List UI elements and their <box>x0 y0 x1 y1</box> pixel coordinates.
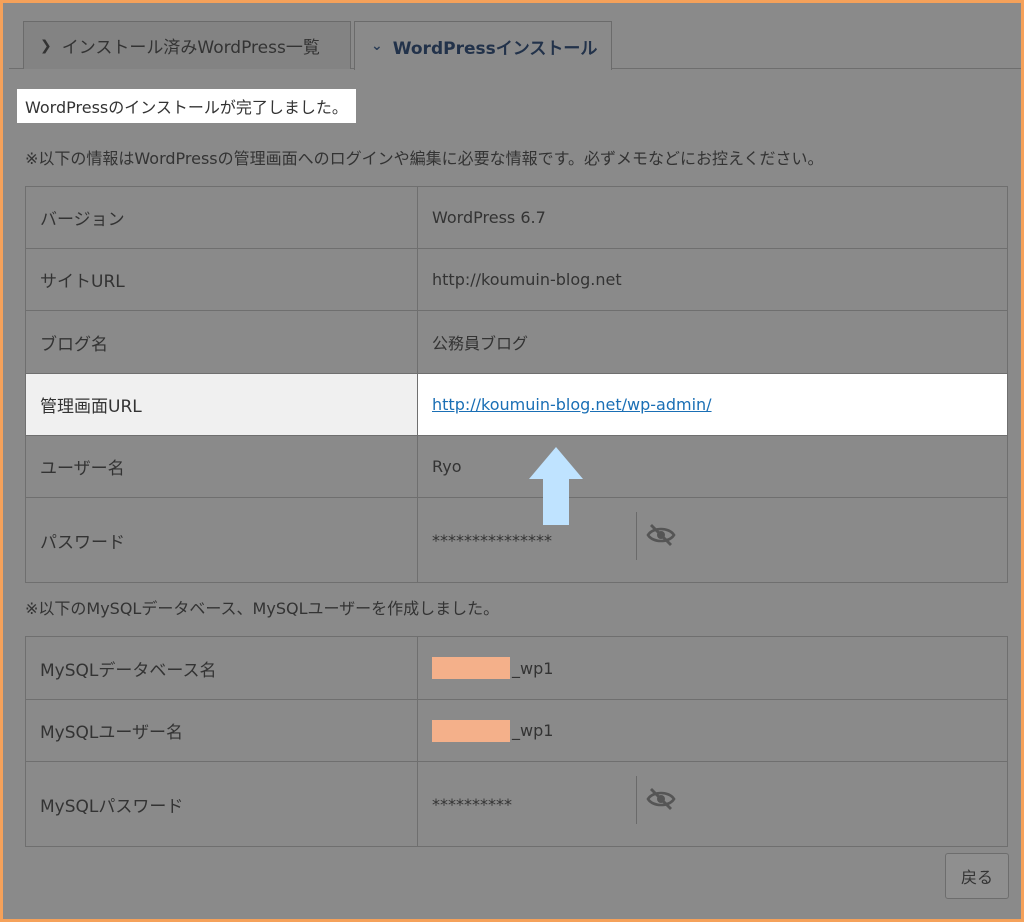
row-label-admin-url: 管理画面URL <box>26 374 418 435</box>
row-label-password: パスワード <box>26 498 418 582</box>
mysql-note: ※以下のMySQLデータベース、MySQLユーザーを作成しました。 <box>25 599 500 618</box>
row-label-blog-name: ブログ名 <box>26 311 418 373</box>
up-arrow-icon <box>529 447 583 525</box>
chevron-down-icon: ⌄ <box>371 38 383 54</box>
row-label-version: バージョン <box>26 187 418 248</box>
row-label-mysql-password: MySQLパスワード <box>26 762 418 846</box>
row-value-site-url: http://koumuin-blog.net <box>432 270 622 289</box>
table-row: MySQLパスワード ********** <box>26 762 1007 846</box>
row-value-mysql-user: _wp1 <box>418 700 1007 761</box>
back-button[interactable]: 戻る <box>945 853 1009 899</box>
mysql-db-suffix: _wp1 <box>512 658 554 678</box>
divider <box>636 512 637 560</box>
table-row: パスワード *************** <box>26 498 1007 582</box>
eye-off-icon[interactable] <box>646 522 676 548</box>
row-label-username: ユーザー名 <box>26 436 418 497</box>
completion-message: WordPressのインストールが完了しました。 <box>17 89 356 123</box>
row-value-admin-url: http://koumuin-blog.net/wp-admin/ <box>418 374 1007 435</box>
password-masked: *************** <box>432 530 552 550</box>
row-value-mysql-password: ********** <box>418 762 1007 846</box>
tab-label: WordPressインストール <box>392 38 598 59</box>
table-row: サイトURL http://koumuin-blog.net <box>26 249 1007 311</box>
row-label-site-url: サイトURL <box>26 249 418 310</box>
tab-wordpress-install[interactable]: ⌄ WordPressインストール <box>354 21 612 70</box>
page-frame: ❯ インストール済みWordPress一覧 ⌄ WordPressインストール … <box>0 0 1024 922</box>
row-value-username: Ryo <box>432 457 462 476</box>
wordpress-info-table: バージョン WordPress 6.7 サイトURL http://koumui… <box>25 186 1008 583</box>
redaction-block <box>432 719 510 742</box>
divider <box>636 776 637 824</box>
row-value-version: WordPress 6.7 <box>432 208 546 227</box>
table-row: MySQLユーザー名 _wp1 <box>26 700 1007 762</box>
row-value-password: *************** <box>418 498 1007 582</box>
mysql-password-masked: ********** <box>432 794 512 814</box>
row-value-mysql-db: _wp1 <box>418 637 1007 699</box>
tab-installed-list[interactable]: ❯ インストール済みWordPress一覧 <box>23 21 351 69</box>
table-row: ブログ名 公務員ブログ <box>26 311 1007 374</box>
eye-off-icon[interactable] <box>646 786 676 812</box>
mysql-user-suffix: _wp1 <box>512 721 554 740</box>
tab-label: インストール済みWordPress一覧 <box>61 38 320 58</box>
tab-bar: ❯ インストール済みWordPress一覧 ⌄ WordPressインストール <box>9 17 1021 70</box>
row-label-mysql-db: MySQLデータベース名 <box>26 637 418 699</box>
table-row: バージョン WordPress 6.7 <box>26 187 1007 249</box>
table-row-admin-url: 管理画面URL http://koumuin-blog.net/wp-admin… <box>26 374 1007 436</box>
chevron-right-icon: ❯ <box>40 37 52 54</box>
admin-url-link[interactable]: http://koumuin-blog.net/wp-admin/ <box>432 395 712 414</box>
table-row: MySQLデータベース名 _wp1 <box>26 637 1007 700</box>
row-label-mysql-user: MySQLユーザー名 <box>26 700 418 761</box>
table-row: ユーザー名 Ryo <box>26 436 1007 498</box>
info-note: ※以下の情報はWordPressの管理画面へのログインや編集に必要な情報です。必… <box>25 149 824 168</box>
redaction-block <box>432 657 510 679</box>
mysql-info-table: MySQLデータベース名 _wp1 MySQLユーザー名 _wp1 MySQLパ… <box>25 636 1008 847</box>
row-value-blog-name: 公務員ブログ <box>432 334 529 353</box>
